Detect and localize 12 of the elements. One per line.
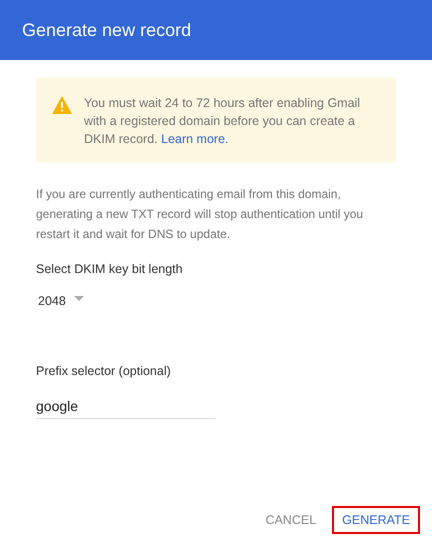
prefix-input-field[interactable]: google [36, 394, 216, 419]
caret-icon [74, 296, 84, 300]
field-label: Select DKIM key bit length [36, 262, 184, 276]
warning-icon [52, 96, 72, 114]
learn-more-link[interactable]: Learn more. [161, 132, 229, 146]
cancel-button[interactable]: CANCEL [255, 506, 326, 534]
description-text: If you are currently authenticating email from this domain, generating a new TXT record will stop authentication until you restart it and wait for DNS to update. [36, 186, 364, 243]
dialog-title: Generate new record [22, 20, 192, 40]
key-length-dropdown[interactable]: 2048 [36, 292, 84, 310]
field-label: Prefix selector (optional) [36, 364, 172, 378]
generate-button[interactable]: GENERATE [332, 506, 420, 534]
warning-text: You must wait 24 to 72 hours after enabling Gmail with a registered domain before you can create a DKIM record. Learn more. [84, 95, 362, 148]
